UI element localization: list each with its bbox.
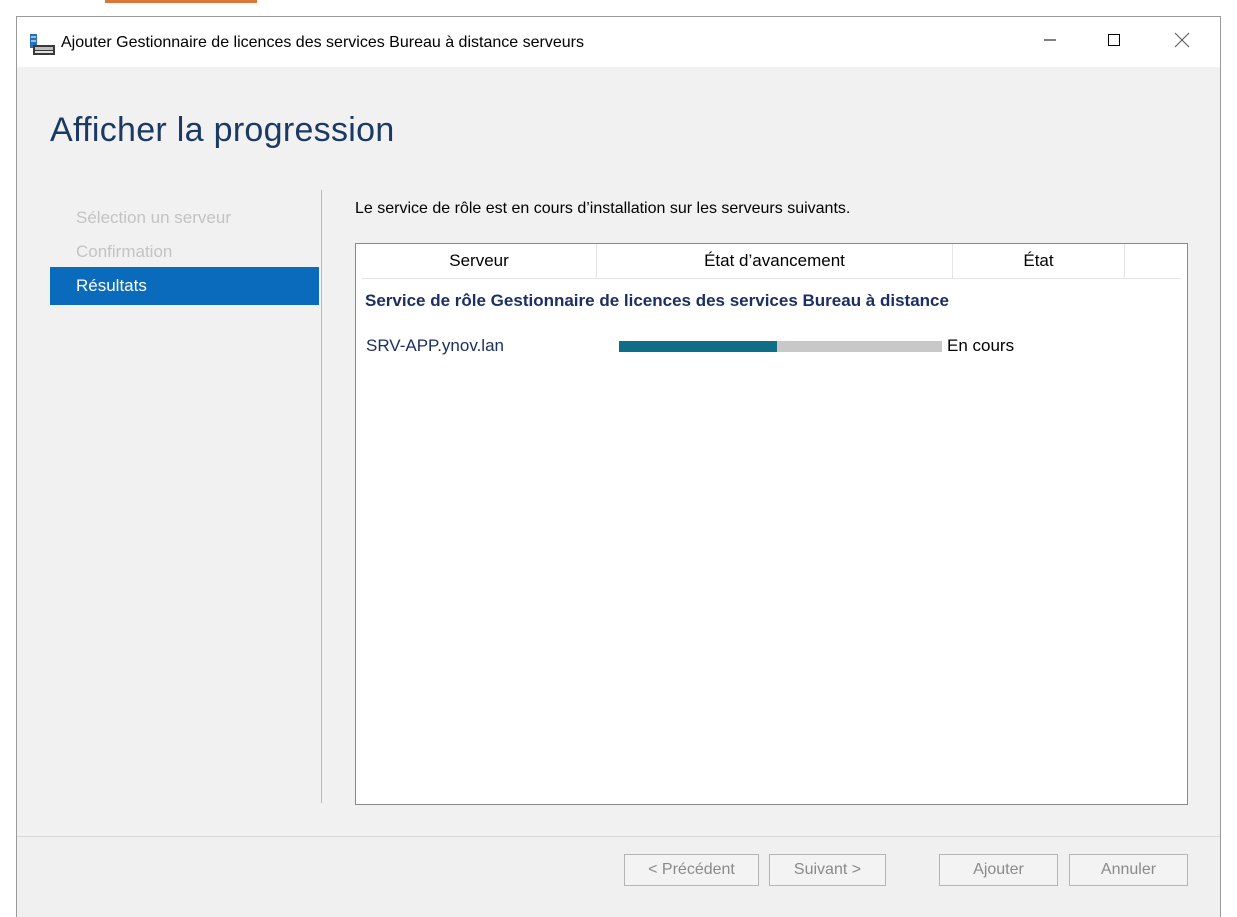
previous-button[interactable]: < Précédent xyxy=(624,854,759,886)
wizard-window: Ajouter Gestionnaire de licences des ser… xyxy=(16,16,1221,917)
progress-list[interactable]: Serveur État d’avancement État Service d… xyxy=(355,243,1188,805)
page-title: Afficher la progression xyxy=(50,111,395,149)
server-role-icon xyxy=(30,34,56,56)
page-description: Le service de rôle est en cours d’instal… xyxy=(355,200,851,217)
add-button[interactable]: Ajouter xyxy=(939,854,1058,886)
wizard-steps-nav: Sélection un serveur Confirmation Résult… xyxy=(50,199,319,305)
window-title: Ajouter Gestionnaire de licences des ser… xyxy=(61,34,584,51)
group-header: Service de rôle Gestionnaire de licences… xyxy=(365,291,949,310)
column-header-server[interactable]: Serveur xyxy=(362,244,597,278)
minimize-button[interactable] xyxy=(1025,17,1075,67)
column-header-progress[interactable]: État d’avancement xyxy=(597,244,953,278)
maximize-icon xyxy=(1107,33,1121,52)
nav-divider xyxy=(321,190,322,803)
column-header-extra[interactable] xyxy=(1125,244,1181,278)
maximize-button[interactable] xyxy=(1089,17,1139,67)
nav-item-server-selection: Sélection un serveur xyxy=(76,208,231,227)
nav-item-results[interactable]: Résultats xyxy=(50,267,319,305)
next-button[interactable]: Suivant > xyxy=(769,854,886,886)
title-bar[interactable]: Ajouter Gestionnaire de licences des ser… xyxy=(17,17,1220,67)
table-row[interactable]: SRV-APP.ynov.lan En cours xyxy=(356,332,1187,362)
row-status: En cours xyxy=(947,336,1015,355)
minimize-icon xyxy=(1043,33,1057,52)
progress-bar-fill xyxy=(619,341,778,352)
column-header-row: Serveur État d’avancement État xyxy=(362,244,1181,279)
close-button[interactable] xyxy=(1157,17,1207,67)
cancel-button[interactable]: Annuler xyxy=(1069,854,1188,886)
column-header-status[interactable]: État xyxy=(953,244,1125,278)
close-icon xyxy=(1174,32,1190,53)
footer-bar: < Précédent Suivant > Ajouter Annuler xyxy=(17,836,1220,917)
progress-bar xyxy=(619,341,942,352)
nav-item-confirmation: Confirmation xyxy=(76,242,173,261)
row-server-name: SRV-APP.ynov.lan xyxy=(366,336,504,355)
background-accent-strip xyxy=(105,0,257,3)
